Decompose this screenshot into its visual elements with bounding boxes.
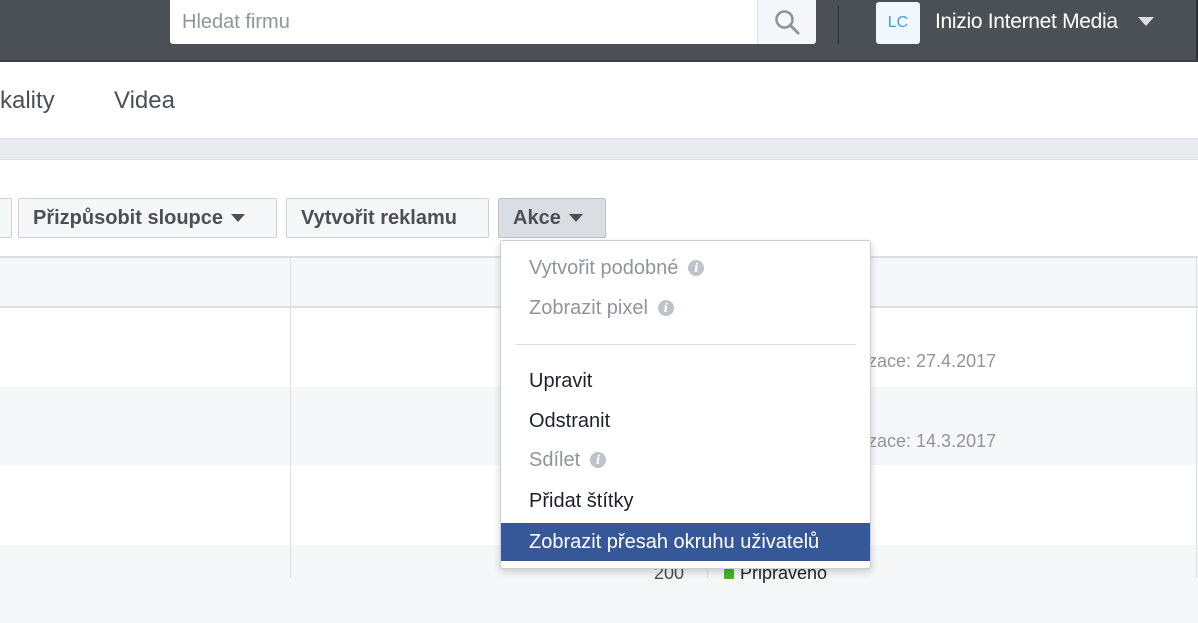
search-box [170,0,816,44]
actions-dropdown-menu: Vytvořit podobné i Zobrazit pixel i Upra… [500,240,871,569]
menu-item-view-pixel[interactable]: Zobrazit pixel i [501,289,870,327]
search-icon [775,10,800,35]
tab-bar: kality Videa [0,62,1198,138]
menu-item-add-tags[interactable]: Přidat štítky [501,482,870,520]
caret-down-icon [231,214,246,222]
tab-videa[interactable]: Videa [114,87,175,115]
menu-item-label: Zobrazit pixel [529,296,648,319]
last-update-cell: alizace: 27.4.2017 [850,351,997,371]
menu-item-show-audience-overlap[interactable]: Zobrazit přesah okruhu uživatelů [501,523,870,561]
menu-item-create-similar[interactable]: Vytvořit podobné i [501,249,870,287]
menu-item-label: Přidat štítky [529,489,634,512]
column-divider [290,256,291,578]
avatar[interactable]: LC [876,2,920,44]
tab-kality[interactable]: kality [0,87,55,115]
menu-item-label: Upravit [529,369,593,392]
chevron-down-icon[interactable] [1138,17,1154,26]
info-icon[interactable]: i [590,452,607,468]
search-button[interactable] [757,0,816,44]
account-name[interactable]: Inizio Internet Media [935,10,1118,34]
topbar-divider [838,6,839,44]
last-update-cell: alizace: 14.3.2017 [850,431,997,451]
menu-item-label: Zobrazit přesah okruhu uživatelů [529,530,820,553]
toolbar-button-partial[interactable] [0,198,12,238]
menu-item-label: Odstranit [529,409,611,432]
search-input[interactable] [170,0,779,44]
menu-item-delete[interactable]: Odstranit [501,402,870,440]
menu-item-label: Sdílet [529,448,581,471]
customize-columns-button[interactable]: Přizpůsobit sloupce [18,198,277,238]
column-divider [1196,256,1197,578]
menu-divider [515,344,856,345]
info-icon[interactable]: i [688,260,705,276]
info-icon[interactable]: i [657,300,674,316]
menu-item-label: Vytvořit podobné [529,256,679,279]
actions-button[interactable]: Akce [498,198,606,238]
section-divider [0,138,1198,160]
create-ad-button[interactable]: Vytvořit reklamu [286,198,489,238]
customize-columns-label: Přizpůsobit sloupce [33,206,224,229]
menu-item-edit[interactable]: Upravit [501,362,870,400]
menu-item-share[interactable]: Sdílet i [501,441,870,479]
create-ad-label: Vytvořit reklamu [301,206,457,229]
caret-down-icon [568,214,583,222]
actions-label: Akce [513,206,561,229]
